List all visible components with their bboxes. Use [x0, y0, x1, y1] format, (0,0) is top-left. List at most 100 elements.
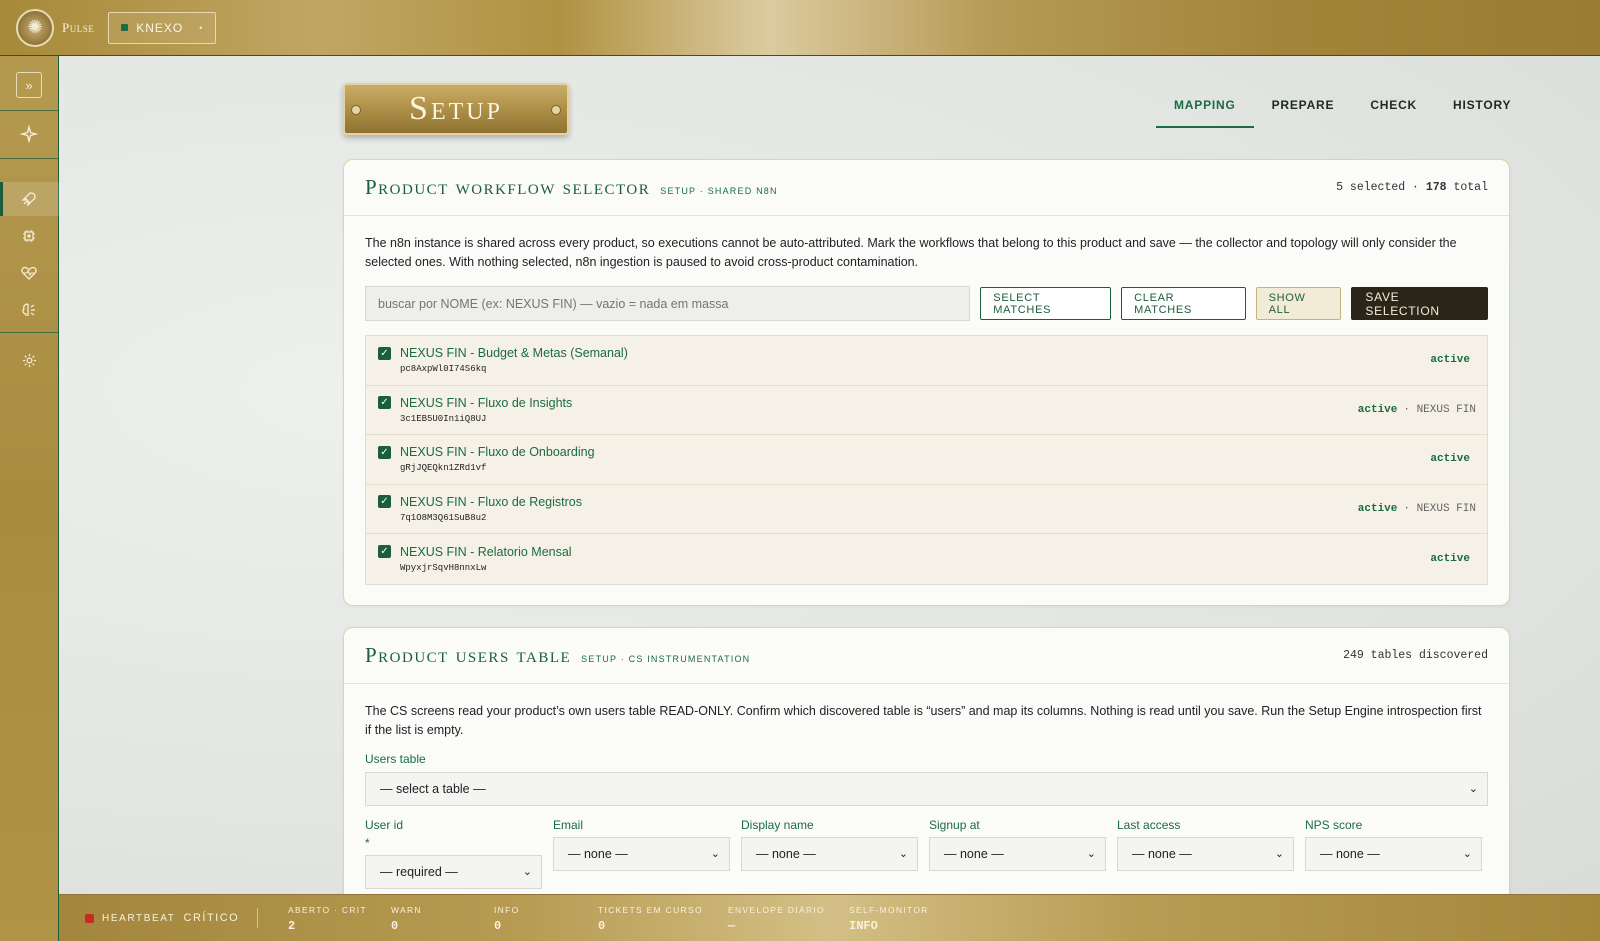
checkbox-checked-icon[interactable]: ✓ — [378, 495, 391, 509]
select-value: — none — — [1320, 847, 1380, 861]
signup-at-select[interactable]: — none — ⌄ — [929, 837, 1106, 871]
column-nps-score: NPS score — none — ⌄ — [1305, 818, 1482, 889]
list-item[interactable]: ✓ NEXUS FIN - Relatorio Mensal WpyxjrSqv… — [366, 534, 1487, 584]
tab-prepare[interactable]: PREPARE — [1254, 98, 1353, 128]
total-suffix: total — [1446, 181, 1488, 194]
clear-matches-button[interactable]: CLEAR MATCHES — [1121, 287, 1246, 320]
users-table-label: Users table — [365, 752, 426, 766]
workflow-id: WpyxjrSqvH8nnxLw — [400, 562, 487, 573]
product-switcher[interactable]: KNEXO • — [108, 11, 217, 44]
metric-label: WARN — [391, 905, 422, 915]
product-status-dot — [121, 24, 129, 31]
tab-mapping[interactable]: MAPPING — [1156, 98, 1254, 128]
nps-score-select[interactable]: — none — ⌄ — [1305, 837, 1482, 871]
column-email: Email — none — ⌄ — [553, 818, 730, 889]
product-name: KNEXO — [136, 20, 184, 35]
field-label: NPS score — [1305, 818, 1363, 832]
chevron-down-icon: ⌄ — [1274, 848, 1284, 860]
selection-count: 5 selected · 178 total — [1336, 181, 1488, 194]
workflow-tag: · NEXUS FIN — [1403, 502, 1476, 515]
list-item[interactable]: ✓ NEXUS FIN - Fluxo de Registros 7q1O8M3… — [366, 485, 1487, 534]
metric-label: INFO — [494, 905, 520, 915]
workflow-status: active — [1357, 502, 1398, 515]
tab-check[interactable]: CHECK — [1352, 98, 1435, 128]
gear-icon[interactable] — [16, 347, 42, 373]
select-matches-button[interactable]: SELECT MATCHES — [980, 287, 1112, 320]
list-item[interactable]: ✓ NEXUS FIN - Fluxo de Insights 3c1EB5U0… — [366, 386, 1487, 435]
rocket-icon[interactable] — [16, 186, 42, 212]
metric-info: INFO 0 — [494, 905, 520, 933]
card-header: Product workflow selector SETUP · SHARED… — [344, 160, 1509, 216]
email-select[interactable]: — none — ⌄ — [553, 837, 730, 871]
select-value: — none — — [944, 847, 1004, 861]
workflow-tag: · NEXUS FIN — [1403, 403, 1476, 416]
card-title: Product workflow selector — [365, 175, 651, 199]
column-user-id: User id * — required — ⌄ — [365, 818, 542, 889]
display-name-select[interactable]: — none — ⌄ — [741, 837, 918, 871]
checkbox-checked-icon[interactable]: ✓ — [378, 445, 391, 459]
metric-envelope: ENVELOPE DIÁRIO — — [728, 905, 825, 933]
rivet-icon — [351, 105, 361, 115]
select-value: — none — — [756, 847, 816, 861]
metric-value: 2 — [288, 919, 296, 933]
dot-icon: • — [199, 22, 204, 33]
sparkle-icon[interactable] — [16, 121, 42, 147]
heartbeat-indicator[interactable]: HEARTBEAT CRÍTICO — [85, 912, 239, 924]
chevron-down-icon: ⌄ — [1086, 848, 1096, 860]
metric-label: TICKETS EM CURSO — [598, 905, 703, 915]
chevron-down-icon: ⌄ — [1462, 848, 1472, 860]
checkbox-checked-icon[interactable]: ✓ — [378, 396, 391, 410]
sidebar-divider — [0, 332, 59, 333]
checkbox-checked-icon[interactable]: ✓ — [378, 346, 391, 360]
field-label: Display name — [741, 818, 814, 832]
tables-count: 249 tables discovered — [1343, 649, 1488, 662]
workflow-id: 7q1O8M3Q61SuB8u2 — [400, 512, 487, 523]
card-subtitle: SETUP · SHARED N8N — [660, 185, 778, 196]
brand-name: Pulse — [62, 19, 95, 35]
save-selection-button[interactable]: SAVE SELECTION — [1351, 287, 1489, 320]
column-last-access: Last access — none — ⌄ — [1117, 818, 1294, 889]
heartbeat-label: HEARTBEAT — [102, 912, 176, 924]
rivet-icon — [551, 105, 561, 115]
last-access-select[interactable]: — none — ⌄ — [1117, 837, 1294, 871]
select-value: — none — — [1132, 847, 1192, 861]
heart-pulse-icon[interactable] — [16, 260, 42, 286]
chip-icon[interactable] — [16, 223, 42, 249]
workflow-selector-card: Product workflow selector SETUP · SHARED… — [343, 159, 1510, 606]
metric-label: ENVELOPE DIÁRIO — [728, 905, 825, 915]
users-table-card: Product users table SETUP · CS INSTRUMEN… — [343, 627, 1510, 902]
show-all-button[interactable]: SHOW ALL — [1255, 287, 1342, 320]
user-id-select[interactable]: — required — ⌄ — [365, 855, 542, 889]
workflow-list: ✓ NEXUS FIN - Budget & Metas (Semanal) p… — [365, 335, 1488, 585]
tab-history[interactable]: HISTORY — [1435, 98, 1529, 128]
users-table-select[interactable]: — select a table — ⌄ — [365, 772, 1488, 806]
list-item[interactable]: ✓ NEXUS FIN - Budget & Metas (Semanal) p… — [366, 336, 1487, 386]
brain-icon[interactable] — [16, 297, 42, 323]
workflow-name: NEXUS FIN - Fluxo de Insights — [400, 395, 573, 410]
select-value: — required — — [380, 865, 458, 879]
chevron-down-icon: ⌄ — [522, 866, 532, 878]
chevron-down-icon: ⌄ — [710, 848, 720, 860]
top-bar: ✺ Pulse KNEXO • — [0, 0, 1600, 56]
heartbeat-status-dot — [85, 913, 94, 923]
selected-suffix: selected · — [1343, 181, 1426, 194]
expand-sidebar-icon[interactable]: » — [16, 72, 42, 98]
workflow-status: active — [1357, 403, 1398, 416]
sidebar-divider — [0, 158, 59, 159]
workflow-name: NEXUS FIN - Budget & Metas (Semanal) — [400, 346, 628, 361]
pulse-logo-icon[interactable]: ✺ — [16, 8, 54, 47]
checkbox-checked-icon[interactable]: ✓ — [378, 545, 391, 559]
workflow-search-input[interactable] — [365, 286, 971, 321]
setup-tabs: MAPPING PREPARE CHECK HISTORY — [1156, 98, 1529, 128]
selected-count: 5 — [1336, 181, 1344, 194]
card-title: Product users table — [365, 643, 572, 667]
list-item[interactable]: ✓ NEXUS FIN - Fluxo de Onboarding gRjJQE… — [366, 435, 1487, 485]
metric-value: INFO — [849, 919, 878, 933]
required-marker: * — [365, 836, 370, 850]
metric-value: 0 — [391, 919, 399, 933]
setup-plaque: Setup — [343, 83, 569, 135]
status-footer: HEARTBEAT CRÍTICO ABERTO · CRIT 2 WARN 0… — [59, 894, 1600, 941]
metric-label: SELF-MONITOR — [849, 905, 929, 915]
workflow-status: active — [1430, 552, 1470, 565]
chevron-down-icon: ⌄ — [1468, 783, 1478, 795]
